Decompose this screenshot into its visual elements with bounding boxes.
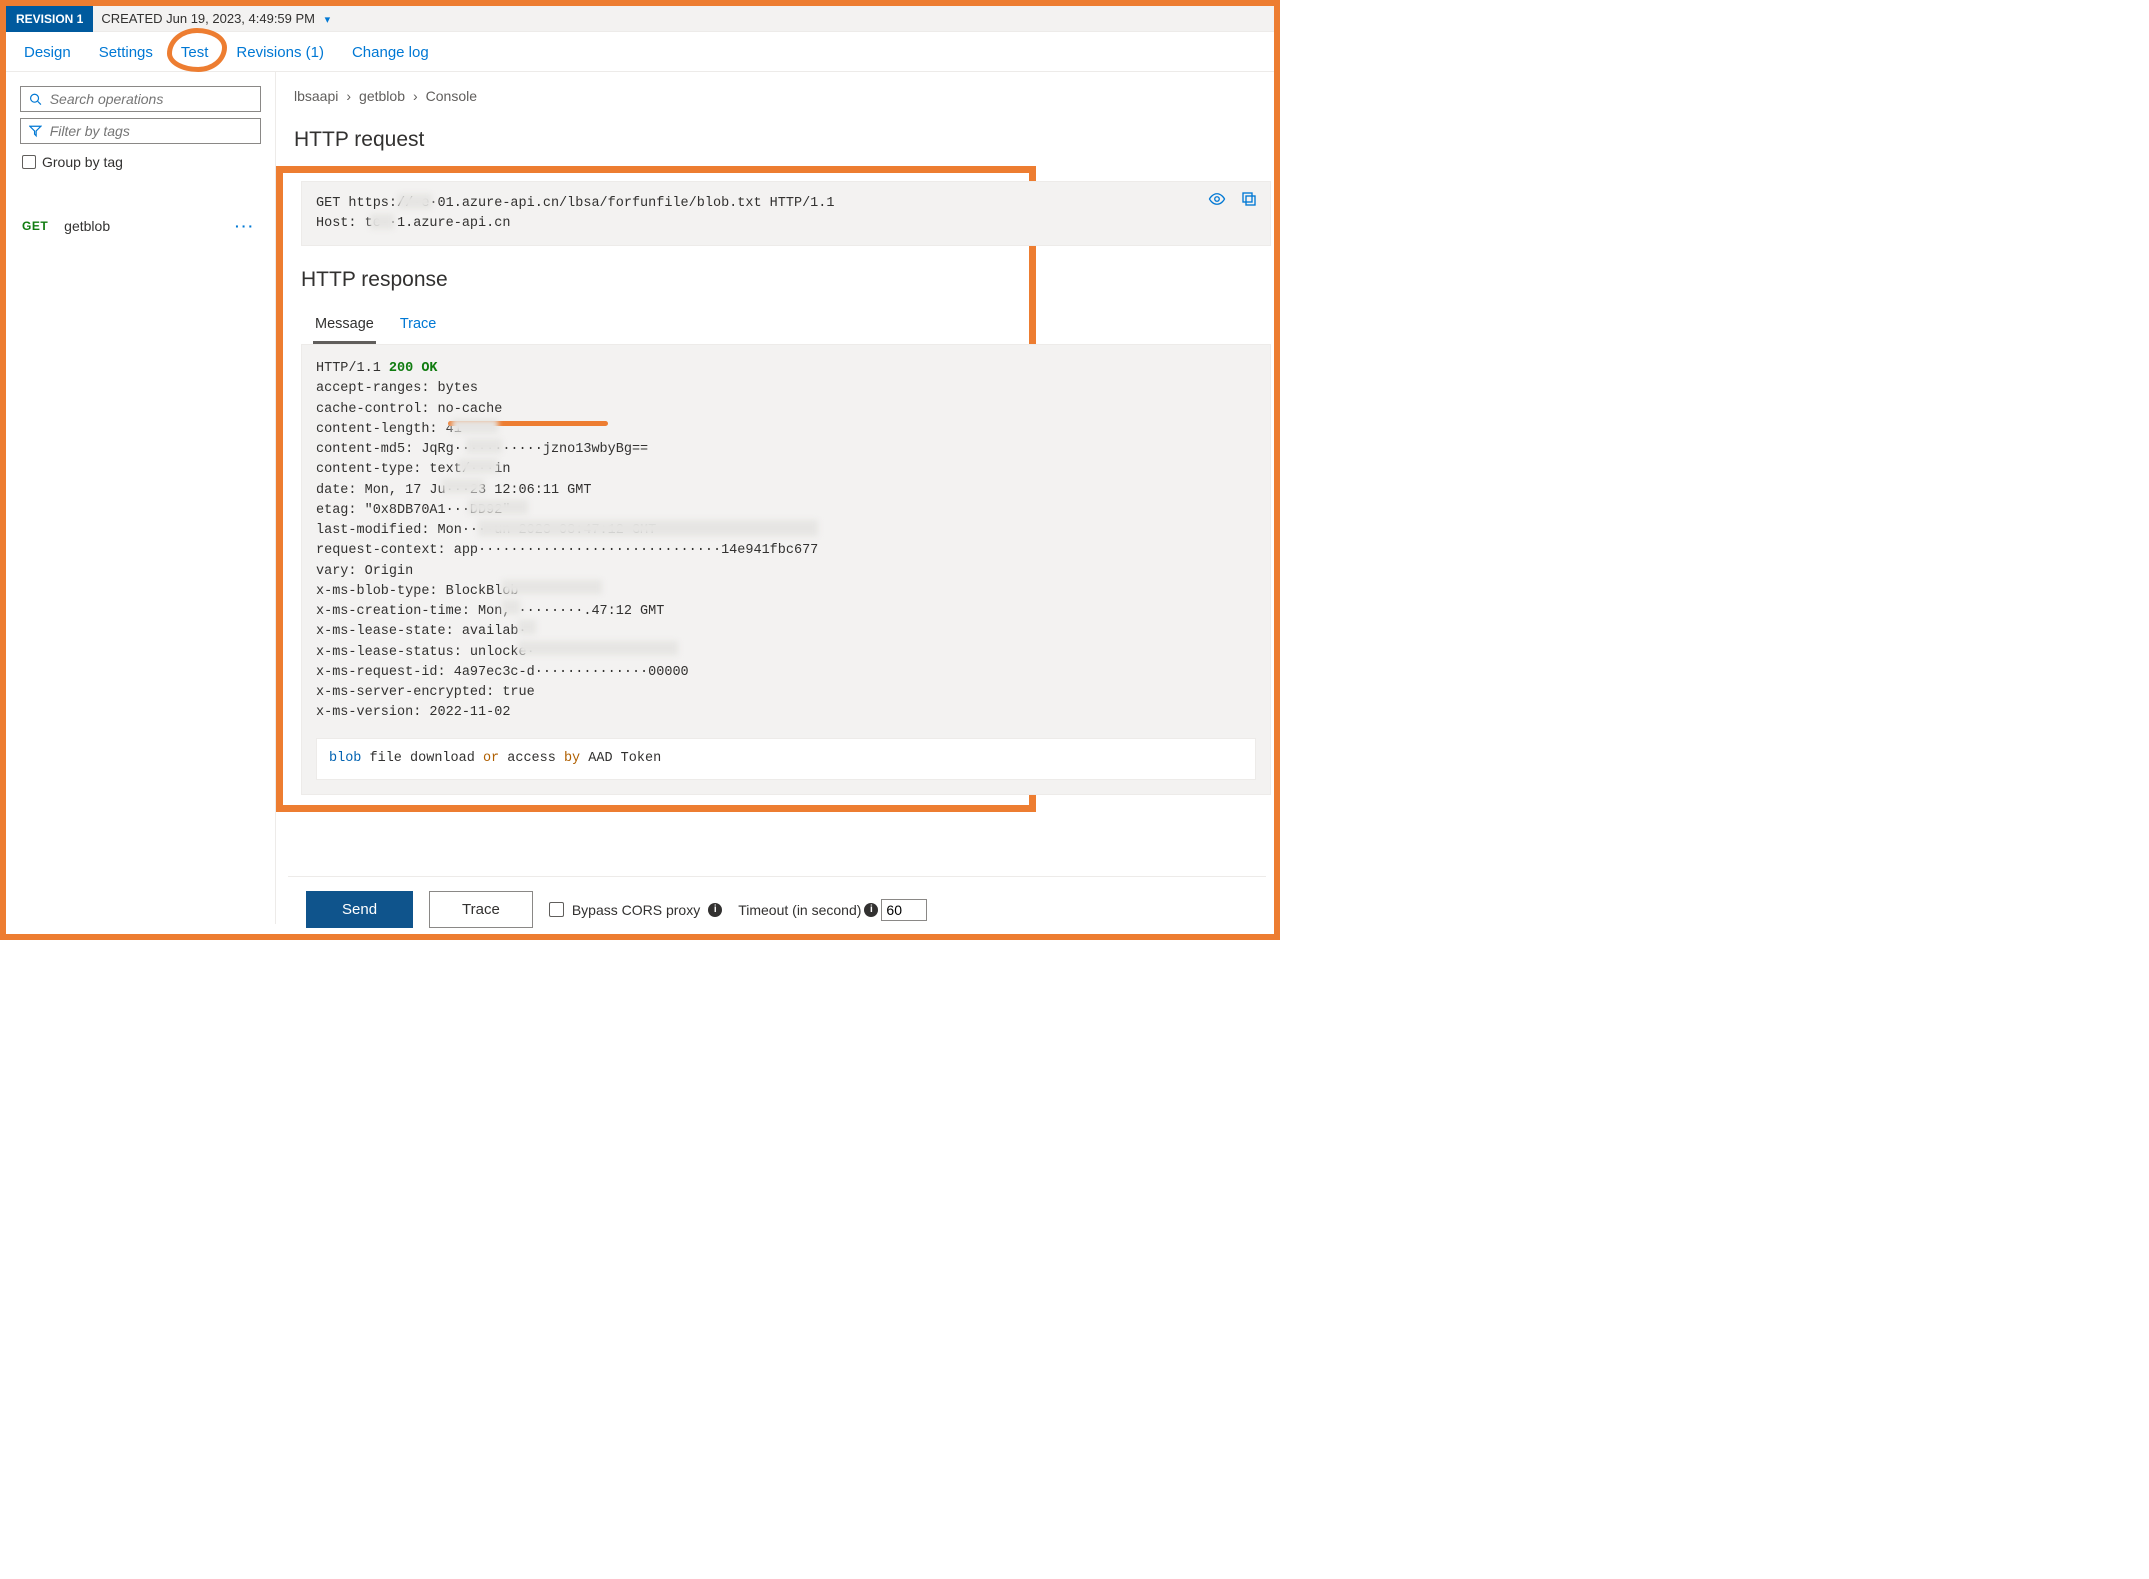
breadcrumb: lbsaapi › getblob › Console — [294, 88, 1254, 104]
send-button[interactable]: Send — [306, 891, 413, 928]
footer-bar: Send Trace Bypass CORS proxy i Timeout (… — [288, 876, 1266, 928]
redaction — [370, 214, 394, 229]
redaction — [452, 419, 498, 433]
redaction — [518, 641, 678, 655]
copy-icon[interactable] — [1240, 190, 1258, 208]
trace-button[interactable]: Trace — [429, 891, 533, 928]
tab-test-label: Test — [181, 44, 209, 61]
response-proto: HTTP/1.1 — [316, 361, 389, 376]
timeout-input[interactable] — [881, 899, 927, 921]
filter-input[interactable] — [50, 123, 252, 139]
tab-settings[interactable]: Settings — [99, 44, 153, 61]
search-operations-box[interactable] — [20, 86, 261, 112]
search-icon — [29, 92, 42, 106]
tab-changelog[interactable]: Change log — [352, 44, 429, 61]
main-panel: lbsaapi › getblob › Console HTTP request… — [276, 72, 1274, 924]
filter-tags-box[interactable] — [20, 118, 261, 144]
breadcrumb-sep: › — [346, 88, 351, 104]
revision-created[interactable]: CREATED Jun 19, 2023, 4:49:59 PM ▾ — [93, 11, 330, 26]
body-token: file download — [361, 751, 483, 766]
revision-badge: REVISION 1 — [6, 6, 93, 32]
operation-name: getblob — [64, 218, 110, 234]
response-tab-trace[interactable]: Trace — [398, 306, 439, 344]
operation-more-icon[interactable]: ··· — [235, 218, 255, 234]
annotation-box: GET https://·e·01.azure-api.cn/lbsa/forf… — [276, 166, 1036, 812]
tab-design[interactable]: Design — [24, 44, 71, 61]
bypass-cors-checkbox[interactable] — [549, 902, 564, 917]
timeout-row: Timeout (in second) i — [738, 899, 927, 921]
redaction — [502, 600, 520, 614]
http-request-heading: HTTP request — [294, 128, 1254, 152]
body-token: or — [483, 751, 499, 766]
redaction — [468, 500, 528, 514]
http-request-text: GET https://·e·01.azure-api.cn/lbsa/forf… — [316, 194, 1256, 233]
redaction — [458, 459, 498, 473]
top-tabs: Design Settings Test Revisions (1) Chang… — [6, 32, 1274, 72]
response-status-line: HTTP/1.1 200 OK — [316, 359, 1256, 379]
response-status: 200 OK — [389, 361, 438, 376]
bypass-cors-row[interactable]: Bypass CORS proxy i — [549, 902, 722, 918]
redaction — [398, 194, 432, 209]
revision-bar: REVISION 1 CREATED Jun 19, 2023, 4:49:59… — [6, 6, 1274, 32]
body-token: blob — [329, 751, 361, 766]
breadcrumb-api[interactable]: lbsaapi — [294, 88, 338, 104]
http-response-heading: HTTP response — [301, 268, 1011, 292]
search-input[interactable] — [50, 91, 252, 107]
http-request-block: GET https://·e·01.azure-api.cn/lbsa/forf… — [301, 181, 1271, 246]
chevron-down-icon[interactable]: ▾ — [325, 14, 331, 26]
response-body: blob file download or access by AAD Toke… — [316, 738, 1256, 780]
breadcrumb-sep: › — [413, 88, 418, 104]
group-by-tag-checkbox[interactable] — [22, 155, 36, 169]
tab-test[interactable]: Test — [181, 44, 209, 61]
info-icon[interactable]: i — [708, 903, 722, 917]
response-tabs: Message Trace — [313, 306, 1011, 344]
filter-icon — [29, 124, 42, 138]
reveal-secrets-icon[interactable] — [1208, 190, 1226, 208]
body-token: AAD Token — [580, 751, 661, 766]
operation-row[interactable]: GET getblob ··· — [20, 210, 261, 242]
redaction — [466, 439, 502, 453]
bypass-cors-label: Bypass CORS proxy — [572, 902, 700, 918]
redaction — [518, 620, 536, 634]
redaction — [442, 479, 484, 493]
tab-revisions[interactable]: Revisions (1) — [236, 44, 324, 61]
timeout-label: Timeout (in second) — [738, 902, 861, 918]
breadcrumb-console: Console — [426, 88, 477, 104]
revision-created-text: CREATED Jun 19, 2023, 4:49:59 PM — [101, 11, 315, 26]
redaction — [478, 520, 818, 536]
info-icon[interactable]: i — [864, 903, 878, 917]
operation-method: GET — [22, 219, 48, 233]
response-tab-message[interactable]: Message — [313, 306, 376, 344]
group-by-tag-label: Group by tag — [42, 154, 123, 170]
body-token: by — [564, 751, 580, 766]
breadcrumb-operation[interactable]: getblob — [359, 88, 405, 104]
redaction — [502, 580, 602, 594]
body-token: access — [499, 751, 564, 766]
http-response-block: HTTP/1.1 200 OK accept-ranges: bytes cac… — [301, 344, 1271, 795]
sidebar: Group by tag GET getblob ··· — [6, 72, 276, 924]
group-by-tag-row[interactable]: Group by tag — [20, 150, 261, 182]
